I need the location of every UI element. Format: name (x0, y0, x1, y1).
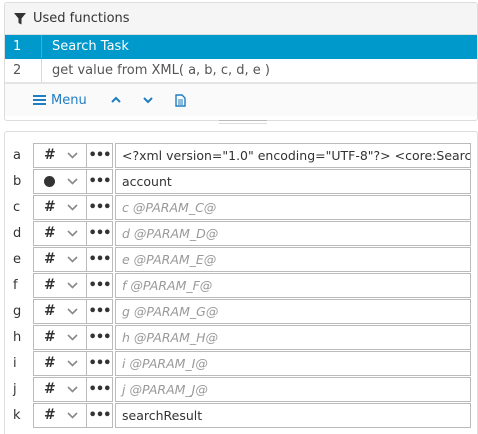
chevron-down-icon (67, 255, 78, 263)
chevron-down-icon (67, 385, 78, 393)
param-type-dropdown[interactable]: # (34, 299, 87, 323)
hash-icon: # (44, 277, 56, 293)
param-value-input[interactable]: searchResult (115, 402, 471, 428)
more-options-button[interactable]: ••• (87, 247, 113, 271)
chevron-down-icon (67, 281, 78, 289)
hamburger-icon (33, 93, 46, 107)
document-icon (175, 93, 186, 107)
hash-icon: # (44, 147, 56, 163)
param-type-dropdown[interactable]: # (34, 351, 87, 375)
param-value-input[interactable]: account (115, 168, 471, 194)
chevron-down-icon (67, 229, 78, 237)
param-letter: d (13, 225, 22, 241)
param-letter: c (13, 199, 21, 215)
param-value-input[interactable]: c @PARAM_C@ (115, 194, 471, 220)
more-options-button[interactable]: ••• (87, 169, 113, 193)
chevron-down-icon (67, 359, 78, 367)
hash-icon: # (44, 381, 56, 397)
param-row-i: i # ••• i @PARAM_I@ (5, 350, 477, 376)
param-value-input[interactable]: j @PARAM_J@ (115, 376, 471, 402)
more-options-button[interactable]: ••• (87, 377, 113, 401)
param-row-j: j # ••• j @PARAM_J@ (5, 376, 477, 402)
more-options-button[interactable]: ••• (87, 299, 113, 323)
param-row-c: c # ••• c @PARAM_C@ (5, 194, 477, 220)
more-options-button[interactable]: ••• (87, 325, 113, 349)
more-options-button[interactable]: ••• (87, 403, 113, 427)
param-letter: a (13, 147, 21, 163)
param-type-dropdown[interactable]: # (34, 273, 87, 297)
param-type-dropdown[interactable]: # (34, 195, 87, 219)
hash-icon: # (44, 329, 56, 345)
hash-icon: # (44, 355, 56, 371)
dot-icon (44, 175, 55, 187)
param-value-input[interactable]: f @PARAM_F@ (115, 272, 471, 298)
param-letter: g (13, 303, 22, 319)
more-options-button[interactable]: ••• (87, 351, 113, 375)
param-letter: h (13, 329, 22, 345)
hash-icon: # (44, 225, 56, 241)
more-options-button[interactable]: ••• (87, 143, 113, 167)
param-type-dropdown[interactable] (34, 169, 87, 193)
function-row-number: 2 (5, 59, 42, 82)
menu-button[interactable]: Menu (33, 93, 87, 108)
filter-icon (13, 12, 27, 26)
menu-button-label: Menu (51, 92, 87, 108)
param-letter: j (13, 381, 17, 397)
param-letter: e (13, 251, 21, 267)
param-row-h: h # ••• h @PARAM_H@ (5, 324, 477, 350)
move-down-button[interactable] (142, 96, 153, 104)
panel-title: Used functions (33, 11, 130, 26)
param-value-input[interactable]: <?xml version="1.0" encoding="UTF-8"?> <… (115, 142, 471, 168)
param-type-dropdown[interactable]: # (34, 221, 87, 245)
chevron-down-icon (67, 177, 78, 185)
used-functions-panel: Used functions 1 Search Task 2 get value… (4, 2, 478, 121)
function-row-number: 1 (5, 35, 42, 58)
param-value-input[interactable]: g @PARAM_G@ (115, 298, 471, 324)
move-up-button[interactable] (110, 96, 121, 104)
chevron-up-icon (110, 96, 121, 104)
function-row-label: Search Task (52, 39, 129, 54)
more-options-button[interactable]: ••• (87, 273, 113, 297)
hash-icon: # (44, 407, 56, 423)
param-row-d: d # ••• d @PARAM_D@ (5, 220, 477, 246)
param-letter: f (13, 277, 18, 293)
param-type-dropdown[interactable]: # (34, 403, 87, 427)
hash-icon: # (44, 199, 56, 215)
param-type-dropdown[interactable]: # (34, 377, 87, 401)
param-value-input[interactable]: i @PARAM_I@ (115, 350, 471, 376)
chevron-down-icon (67, 411, 78, 419)
param-type-dropdown[interactable]: # (34, 325, 87, 349)
param-value-input[interactable]: h @PARAM_H@ (115, 324, 471, 350)
param-type-dropdown[interactable]: # (34, 247, 87, 271)
used-functions-header: Used functions (5, 3, 477, 35)
param-row-a: a # ••• <?xml version="1.0" encoding="UT… (5, 142, 477, 168)
chevron-down-icon (142, 96, 153, 104)
param-row-f: f # ••• f @PARAM_F@ (5, 272, 477, 298)
param-row-b: b ••• account (5, 168, 477, 194)
param-letter: b (13, 173, 22, 189)
param-value-input[interactable]: d @PARAM_D@ (115, 220, 471, 246)
chevron-down-icon (67, 333, 78, 341)
param-row-e: e # ••• e @PARAM_E@ (5, 246, 477, 272)
param-letter: k (13, 407, 21, 423)
param-row-k: k # ••• searchResult (5, 402, 477, 428)
document-button[interactable] (175, 93, 186, 107)
hash-icon: # (44, 303, 56, 319)
param-row-g: g # ••• g @PARAM_G@ (5, 298, 477, 324)
panel-splitter-handle[interactable] (219, 120, 267, 124)
more-options-button[interactable]: ••• (87, 195, 113, 219)
chevron-down-icon (67, 203, 78, 211)
chevron-down-icon (67, 151, 78, 159)
chevron-down-icon (67, 307, 78, 315)
param-value-input[interactable]: e @PARAM_E@ (115, 246, 471, 272)
hash-icon: # (44, 251, 56, 267)
functions-toolbar: Menu (5, 83, 477, 116)
function-row[interactable]: 2 get value from XML( a, b, c, d, e ) (5, 59, 477, 83)
param-letter: i (13, 355, 17, 371)
param-type-dropdown[interactable]: # (34, 143, 87, 167)
parameters-panel: a # ••• <?xml version="1.0" encoding="UT… (4, 131, 478, 434)
more-options-button[interactable]: ••• (87, 221, 113, 245)
function-row-label: get value from XML( a, b, c, d, e ) (52, 63, 270, 78)
function-row[interactable]: 1 Search Task (5, 35, 477, 59)
